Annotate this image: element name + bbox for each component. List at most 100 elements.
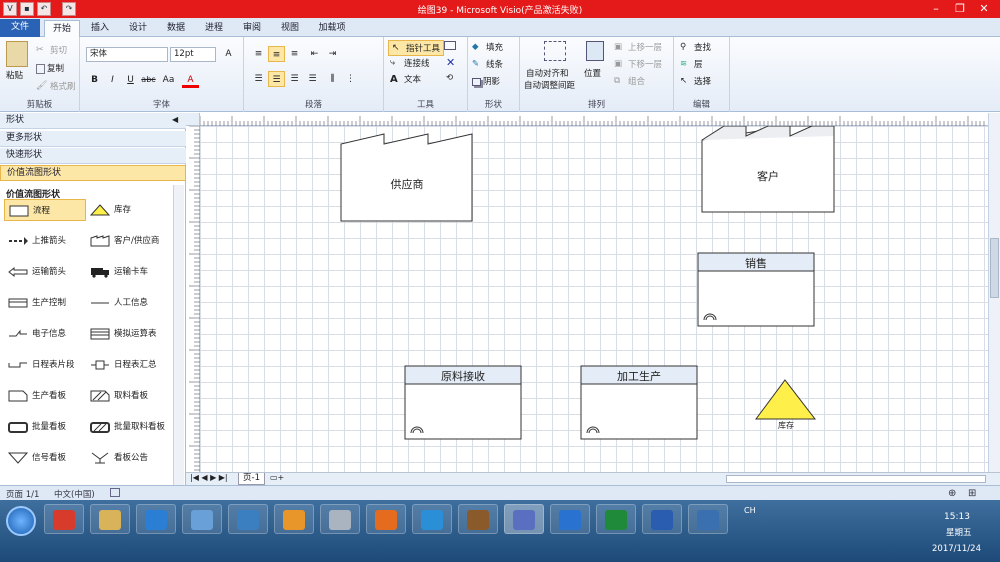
tab-data[interactable]: 数据 [160,20,192,37]
restore-icon[interactable]: ❐ [948,0,972,18]
stencil-item-production-kanban[interactable]: 生产看板 [4,385,86,407]
taskbar-app-7[interactable] [366,504,406,534]
vertical-scrollbar[interactable] [988,113,1000,473]
tab-review[interactable]: 审阅 [236,20,268,37]
position-icon[interactable] [586,41,604,61]
indent-increase-icon[interactable]: ⇥ [324,46,341,62]
auto-align-icon[interactable] [544,41,566,61]
start-button[interactable] [6,506,36,536]
paste-icon[interactable] [6,41,28,67]
auto-align-button[interactable]: 自动对齐和 [526,67,569,79]
tab-insert[interactable]: 插入 [84,20,116,37]
stencil-item-truck[interactable]: 运输卡车 [86,261,168,283]
tab-home[interactable]: 开始 [44,20,80,37]
bring-forward-button[interactable]: ▣ 上移一层 [614,41,662,53]
case-button[interactable]: Aa [160,72,177,88]
taskbar-app-13[interactable] [642,504,682,534]
taskbar-app-9[interactable] [458,504,498,534]
justify-icon[interactable]: ☰ [304,71,321,87]
taskbar-app-2[interactable] [136,504,176,534]
page-nav-first-icon[interactable]: |◀ ◀ ▶ ▶| [190,473,228,482]
line-button[interactable]: ✎ 线条 [472,58,503,70]
grow-font-icon[interactable]: A [220,46,237,62]
quick-shapes-button[interactable]: 快速形状 [0,148,186,164]
bullets-icon[interactable]: ⋮ [342,71,359,87]
tab-view[interactable]: 视图 [274,20,306,37]
stencil-item-shipment-arrow[interactable]: 运输箭头 [4,261,86,283]
taskbar-app-1[interactable] [90,504,130,534]
stencil-item-inventory-triangle[interactable]: 库存 [86,199,168,221]
tab-design[interactable]: 设计 [122,20,154,37]
stencil-item-batch-kanban[interactable]: 批量看板 [4,416,86,438]
align-center-icon[interactable]: ☰ [268,71,285,87]
tray-language[interactable]: CH [744,506,756,515]
connection-point-icon[interactable]: ✕ [446,56,455,69]
shadow-button[interactable]: 阴影 [472,75,500,87]
horizontal-scrollbar[interactable] [726,475,986,483]
bold-button[interactable]: B [86,72,103,88]
more-shapes-button[interactable]: 更多形状 [0,131,186,147]
vertical-scroll-thumb[interactable] [990,238,999,298]
taskbar-app-5[interactable] [274,504,314,534]
taskbar-app-0[interactable] [44,504,84,534]
underline-button[interactable]: U [122,72,139,88]
paste-button[interactable]: 粘贴 [6,69,23,81]
strikethrough-button[interactable]: abc [140,72,157,88]
stencil-item-production-control[interactable]: 生产控制 [4,292,86,314]
stencil-item-signal-kanban[interactable]: 信号看板 [4,447,86,469]
stencil-item-withdrawal-kanban[interactable]: 取料看板 [86,385,168,407]
minimize-icon[interactable]: – [924,0,948,18]
align-bottom-icon[interactable]: ≡ [286,46,303,62]
send-backward-button[interactable]: ▣ 下移一层 [614,58,662,70]
stencil-item-batch-withdrawal-kanban[interactable]: 批量取料看板 [86,416,168,438]
page-tab-1[interactable]: 页-1 [238,473,265,485]
font-name-select[interactable]: 宋体 [86,47,168,62]
position-button[interactable]: 位置 [584,67,601,79]
align-left-icon[interactable]: ☰ [250,71,267,87]
taskbar-app-11[interactable] [550,504,590,534]
auto-space-button[interactable]: 自动调整间距 [524,79,575,91]
copy-button[interactable]: 复制 [36,62,64,74]
rectangle-tool-icon[interactable] [444,41,456,50]
collapse-panel-icon[interactable]: ◀ [172,115,178,124]
select-button[interactable]: ↖ 选择 [680,75,711,87]
tab-file[interactable]: 文件 [0,19,40,37]
fill-button[interactable]: ◆ 填充 [472,41,503,53]
stencil-item-electronic-info[interactable]: 电子信息 [4,323,86,345]
close-icon[interactable]: ✕ [972,0,996,18]
align-middle-icon[interactable]: ≡ [268,46,285,62]
group-button[interactable]: ⧉ 组合 [614,75,645,87]
macro-icon[interactable] [110,488,120,497]
font-size-select[interactable]: 12pt [170,47,216,62]
stencil-item-factory[interactable]: 客户/供应商 [86,230,168,252]
stencil-item-manual-info[interactable]: 人工信息 [86,292,168,314]
font-color-button[interactable]: A [182,72,199,88]
clock-time[interactable]: 15:13 [944,512,970,522]
tab-addins[interactable]: 加载项 [312,20,352,37]
rotate-icon[interactable]: ⟲ [446,73,453,83]
stencil-item-data-table[interactable]: 模拟运算表 [86,323,168,345]
taskbar-app-10[interactable] [504,504,544,534]
taskbar-app-12[interactable] [596,504,636,534]
find-button[interactable]: ⚲ 查找 [680,41,711,53]
stencil-item-kanban-post[interactable]: 看板公告 [86,447,168,469]
taskbar-app-6[interactable] [320,504,360,534]
stencil-item-timeline-total[interactable]: 日程表汇总 [86,354,168,376]
shapes-scrollbar[interactable] [173,185,184,485]
fit-page-icon[interactable]: ⊞ [968,488,976,499]
stencil-item-timeline-segment[interactable]: 日程表片段 [4,354,86,376]
zoom-in-icon[interactable]: ⊕ [948,488,956,499]
align-right-icon[interactable]: ☰ [286,71,303,87]
connector-button[interactable]: ⤷ 连接线 [390,57,430,69]
drawing-canvas[interactable]: 供应商 客户 销售 原料接收 加工生产 库存 [200,126,988,472]
insert-page-icon[interactable]: ▭+ [270,473,284,482]
taskbar-app-8[interactable] [412,504,452,534]
text-tool-button[interactable]: A 文本 [390,73,421,85]
stencil-item-push-arrow[interactable]: 上推箭头 [4,230,86,252]
layers-button[interactable]: ≋ 层 [680,58,703,70]
text-direction-icon[interactable]: ⫼ [324,71,341,87]
italic-button[interactable]: I [104,72,121,88]
format-painter-button[interactable]: 🖌 格式刷 [36,80,76,92]
align-top-icon[interactable]: ≡ [250,46,267,62]
inventory-shape[interactable] [755,379,817,421]
